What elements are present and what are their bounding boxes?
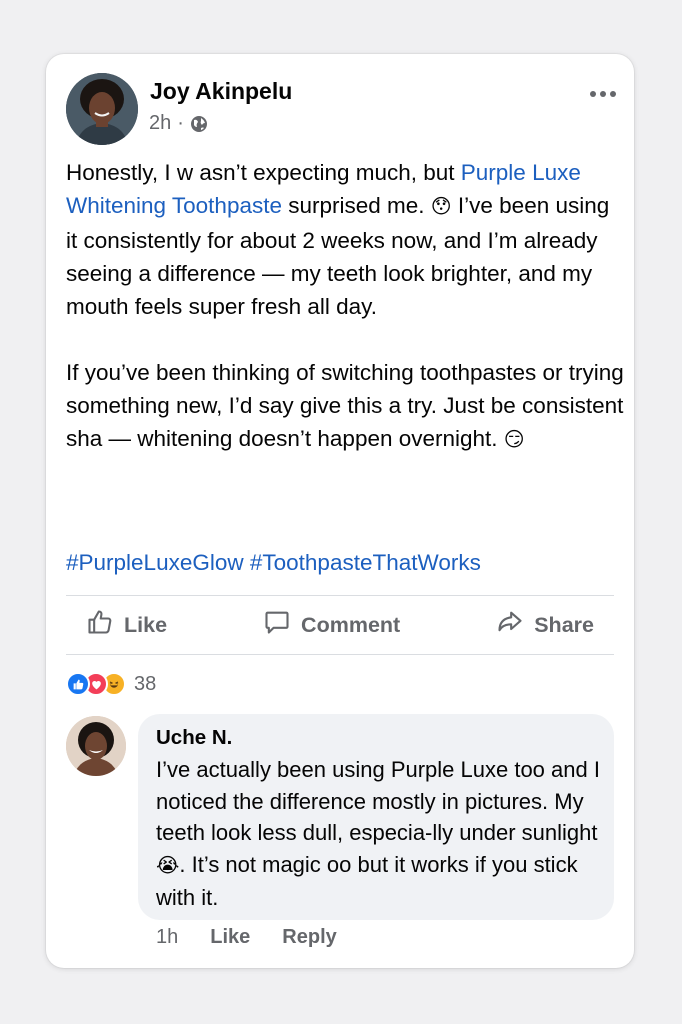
astonished-emoji: 😯 [430,196,452,218]
reactions-summary[interactable]: 38 [66,672,156,696]
share-arrow-icon [496,608,524,642]
comment-reply-button[interactable]: Reply [282,926,336,949]
post-author-name[interactable]: Joy Akinpelu [150,78,292,105]
comment-button[interactable]: Comment [243,608,420,642]
hashtag-link[interactable]: #ToothpasteThatWorks [250,550,481,575]
hashtag-link[interactable]: #PurpleLuxeGlow [66,550,244,575]
comment-text-segment: I’ve actually been using Purple Luxe too… [156,757,600,845]
crying-emoji: 😭 [156,854,180,877]
hashtags: #PurpleLuxeGlow #ToothpasteThatWorks [66,550,481,576]
post-paragraph-2: If you’ve been thinking of switching too… [66,356,626,457]
divider [66,654,614,655]
comment-bubble: Uche N. I’ve actually been using Purple … [138,714,614,920]
comment-text-segment: . It’s not magic oo but it works if you … [156,851,578,911]
post-text-segment: Honestly, I w asn’t expecting much, but [66,160,461,185]
post-paragraph-1: Honestly, I w asn’t expecting much, but … [66,156,626,323]
post-time[interactable]: 2h [149,112,171,135]
action-bar: Like Comment Share [66,596,614,654]
post-card: Joy Akinpelu 2h · Honestly, I w asn’t ex… [46,54,634,968]
reaction-count: 38 [134,672,157,695]
comment-label: Comment [301,612,401,637]
comment-like-button[interactable]: Like [210,926,250,949]
like-button[interactable]: Like [66,608,187,642]
post-text-segment: If you’ve been thinking of switching too… [66,360,624,451]
commenter-avatar[interactable] [66,716,126,776]
author-avatar[interactable] [66,73,138,145]
comment-time[interactable]: 1h [156,926,178,949]
comment-text: I’ve actually been using Purple Luxe too… [156,754,602,914]
post-meta: 2h · [149,112,208,135]
share-label: Share [534,612,594,637]
more-options-icon[interactable] [586,84,620,104]
like-reaction-icon [66,672,90,696]
like-label: Like [124,612,168,637]
smirk-emoji: 😏 [503,429,525,451]
globe-icon [190,115,208,133]
share-button[interactable]: Share [476,608,614,642]
meta-separator: · [177,112,184,134]
thumbs-up-icon [86,608,114,642]
comment-actions: 1h Like Reply [156,926,337,949]
post-text-segment: surprised me. [281,193,431,218]
post-body: Honestly, I w asn’t expecting much, but … [66,156,626,457]
speech-bubble-icon [263,608,291,642]
comment-author-name[interactable]: Uche N. [156,726,232,750]
